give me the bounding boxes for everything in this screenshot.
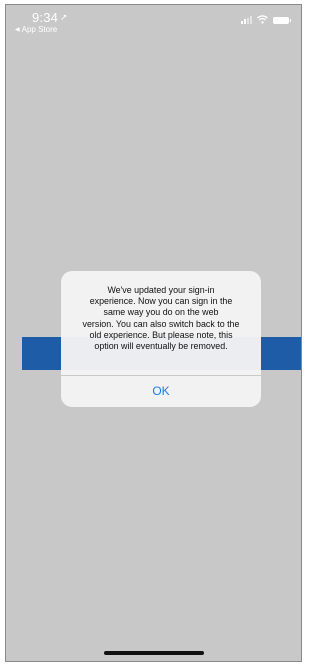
status-time: 9:34 ➚ <box>32 10 68 25</box>
back-to-app-link[interactable]: ◀ App Store <box>15 25 57 34</box>
phone-screen: 9:34 ➚ ◀ App Store We've updated your si… <box>5 4 302 662</box>
signal-icon <box>241 16 252 24</box>
location-arrow-icon: ➚ <box>60 12 68 22</box>
alert-message: We've updated your sign-in experience. N… <box>82 285 240 352</box>
time-text: 9:34 <box>32 10 59 25</box>
home-indicator[interactable] <box>104 651 204 655</box>
back-triangle-icon: ◀ <box>15 27 20 33</box>
status-icons <box>241 14 291 24</box>
wifi-icon <box>257 15 268 24</box>
status-bar: 9:34 ➚ ◀ App Store <box>6 5 301 41</box>
battery-icon <box>273 17 291 24</box>
alert-dialog: We've updated your sign-in experience. N… <box>61 271 261 407</box>
back-app-label: App Store <box>21 25 58 34</box>
ok-button[interactable]: OK <box>61 376 261 407</box>
